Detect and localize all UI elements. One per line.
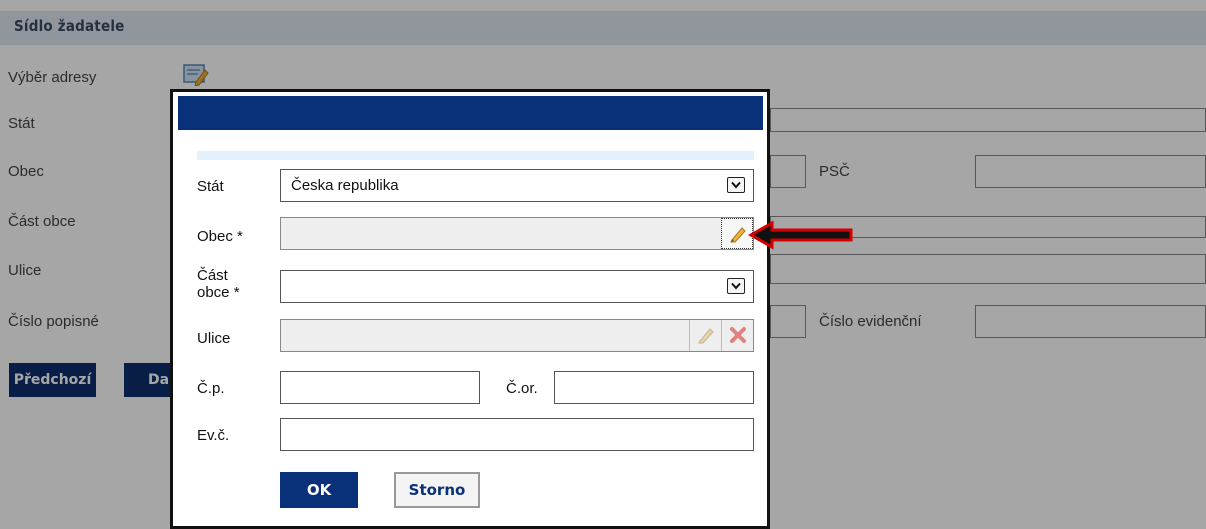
stat-select-value: Česka republika — [291, 177, 399, 194]
ulice-input[interactable] — [280, 319, 754, 352]
dialog-label-stat: Stát — [197, 178, 224, 195]
ulice-edit-button[interactable] — [689, 320, 721, 351]
dialog-titlebar — [178, 96, 763, 130]
dialog-label-cp: Č.p. — [197, 380, 225, 397]
dialog-label-cast-obce-2: obce * — [197, 284, 240, 301]
dialog-label-obec: Obec * — [197, 228, 243, 245]
pencil-icon — [698, 328, 714, 344]
red-x-icon — [730, 327, 746, 343]
page: Sídlo žadatele Výběr adresy Stát Obec PS… — [0, 0, 1206, 529]
ulice-clear-button[interactable] — [721, 320, 753, 351]
red-arrow-icon — [748, 220, 853, 250]
cor-input[interactable] — [554, 371, 754, 404]
pencil-icon — [730, 227, 746, 243]
address-dialog: Stát Česka republika Obec * Část obce * … — [170, 89, 770, 529]
evc-input[interactable] — [280, 418, 754, 451]
obec-input[interactable] — [280, 217, 754, 250]
chevron-down-icon[interactable] — [727, 177, 745, 193]
dialog-label-cast-obce-1: Část — [197, 267, 228, 284]
ok-button[interactable]: OK — [280, 472, 358, 508]
stat-select[interactable]: Česka republika — [280, 169, 754, 202]
cast-obce-select[interactable] — [280, 270, 754, 303]
chevron-down-icon[interactable] — [727, 278, 745, 294]
dialog-label-ulice: Ulice — [197, 330, 231, 347]
cp-input[interactable] — [280, 371, 480, 404]
dialog-info-strip — [197, 151, 754, 160]
dialog-label-cor: Č.or. — [506, 380, 538, 397]
storno-button[interactable]: Storno — [394, 472, 480, 508]
dialog-label-evc: Ev.č. — [197, 427, 230, 444]
